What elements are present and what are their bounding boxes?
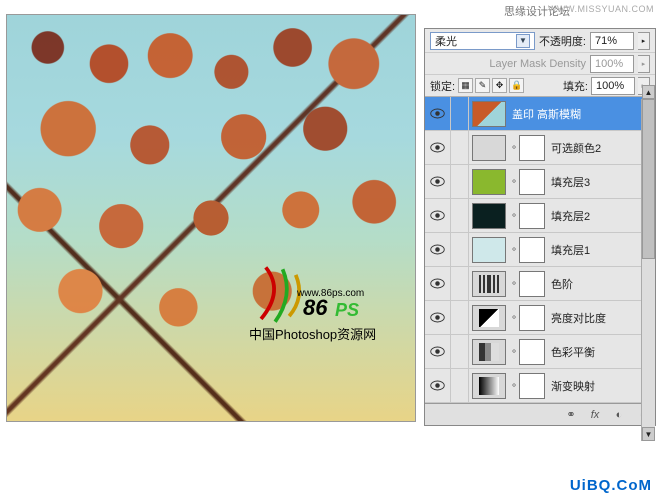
layer-name[interactable]: 填充层2 xyxy=(551,208,590,224)
watermark-brand-ps: PS xyxy=(335,300,359,321)
blend-mode-select[interactable]: 柔光 ▼ xyxy=(430,32,535,50)
lock-label: 锁定: xyxy=(430,78,455,94)
link-icon: ⚬ xyxy=(509,278,519,289)
visibility-toggle[interactable] xyxy=(425,131,451,164)
layer-row[interactable]: ⚬ 色彩平衡 xyxy=(425,335,655,369)
link-icon: ⚬ xyxy=(509,244,519,255)
mask-density-label: Layer Mask Density xyxy=(489,58,586,70)
layer-row[interactable]: 盖印 高斯模糊 xyxy=(425,97,655,131)
layer-thumbnail[interactable] xyxy=(472,169,506,195)
link-icon: ⚬ xyxy=(509,380,519,391)
layer-name[interactable]: 亮度对比度 xyxy=(551,310,606,326)
scrollbar-thumb[interactable] xyxy=(642,99,655,259)
layer-name[interactable]: 可选颜色2 xyxy=(551,140,601,156)
header-site-url: WWW.MISSYUAN.COM xyxy=(548,4,654,14)
layer-thumbnail[interactable] xyxy=(472,237,506,263)
layers-panel: 柔光 ▼ 不透明度: 71% ▸ Layer Mask Density 100%… xyxy=(424,28,656,426)
mask-density-stepper: ▸ xyxy=(638,55,650,73)
layer-name[interactable]: 渐变映射 xyxy=(551,378,595,394)
layer-mask-thumb[interactable] xyxy=(519,271,545,297)
layer-fx-icon[interactable]: fx xyxy=(587,407,603,423)
layer-thumbnail[interactable] xyxy=(472,373,506,399)
layer-row[interactable]: ⚬ 填充层3 xyxy=(425,165,655,199)
lock-all-icon[interactable]: 🔒 xyxy=(509,78,524,93)
lock-pixels-icon[interactable]: ✎ xyxy=(475,78,490,93)
layer-mask-icon[interactable]: ◐ xyxy=(611,407,627,423)
lock-transparency-icon[interactable]: ▦ xyxy=(458,78,473,93)
layer-mask-thumb[interactable] xyxy=(519,203,545,229)
layer-mask-thumb[interactable] xyxy=(519,237,545,263)
layer-thumbnail[interactable] xyxy=(472,339,506,365)
layer-spacer xyxy=(451,301,469,334)
layer-mask-thumb[interactable] xyxy=(519,305,545,331)
layer-row[interactable]: ⚬ 色阶 xyxy=(425,267,655,301)
layers-scrollbar[interactable]: ▲ ▼ xyxy=(641,99,655,441)
layer-row[interactable]: ⚬ 渐变映射 xyxy=(425,369,655,403)
layer-list: 盖印 高斯模糊 ⚬ 可选颜色2 ⚬ 填充层3 ⚬ 填充层2 ⚬ 填充层1 ⚬ 色阶 ⚬ 亮度对比度 ⚬ 色彩… xyxy=(425,97,655,403)
layer-thumbnail[interactable] xyxy=(472,101,506,127)
visibility-toggle[interactable] xyxy=(425,97,451,130)
chevron-down-icon: ▼ xyxy=(516,34,530,48)
layer-mask-thumb[interactable] xyxy=(519,373,545,399)
document-canvas[interactable]: www.86ps.com 86 PS 中国Photoshop资源网 xyxy=(6,14,416,422)
layer-spacer xyxy=(451,199,469,232)
layer-row[interactable]: ⚬ 可选颜色2 xyxy=(425,131,655,165)
layer-name[interactable]: 色阶 xyxy=(551,276,573,292)
link-icon: ⚬ xyxy=(509,142,519,153)
layer-spacer xyxy=(451,369,469,402)
fill-label: 填充: xyxy=(563,78,588,94)
layer-spacer xyxy=(451,233,469,266)
layers-panel-footer: ⚭ fx ◐ ◑ xyxy=(425,403,655,425)
layer-spacer xyxy=(451,335,469,368)
layer-mask-thumb[interactable] xyxy=(519,339,545,365)
link-icon: ⚬ xyxy=(509,210,519,221)
link-icon: ⚬ xyxy=(509,312,519,323)
visibility-toggle[interactable] xyxy=(425,369,451,402)
visibility-toggle[interactable] xyxy=(425,301,451,334)
layer-name[interactable]: 盖印 高斯模糊 xyxy=(512,106,581,122)
layer-spacer xyxy=(451,97,469,130)
link-icon: ⚬ xyxy=(509,346,519,357)
opacity-stepper[interactable]: ▸ xyxy=(638,32,650,50)
layer-mask-thumb[interactable] xyxy=(519,169,545,195)
layer-thumbnail[interactable] xyxy=(472,203,506,229)
layer-thumbnail[interactable] xyxy=(472,305,506,331)
visibility-toggle[interactable] xyxy=(425,199,451,232)
fill-input[interactable]: 100% xyxy=(591,77,635,95)
lock-position-icon[interactable]: ✥ xyxy=(492,78,507,93)
layer-row[interactable]: ⚬ 填充层1 xyxy=(425,233,655,267)
blend-mode-value: 柔光 xyxy=(435,33,457,49)
layer-spacer xyxy=(451,165,469,198)
watermark-cn: 中国Photoshop资源网 xyxy=(249,324,376,343)
layer-name[interactable]: 填充层1 xyxy=(551,242,590,258)
layer-thumbnail[interactable] xyxy=(472,135,506,161)
visibility-toggle[interactable] xyxy=(425,267,451,300)
scroll-up-icon[interactable]: ▲ xyxy=(642,85,655,99)
mask-density-input: 100% xyxy=(590,55,634,73)
link-layers-icon[interactable]: ⚭ xyxy=(563,407,579,423)
layer-mask-thumb[interactable] xyxy=(519,135,545,161)
layer-spacer xyxy=(451,131,469,164)
footer-brand: UiBQ.CoM xyxy=(570,477,652,494)
layer-spacer xyxy=(451,267,469,300)
watermark-brand-num: 86 xyxy=(303,295,327,321)
visibility-toggle[interactable] xyxy=(425,335,451,368)
visibility-toggle[interactable] xyxy=(425,165,451,198)
opacity-label: 不透明度: xyxy=(539,33,586,49)
opacity-input[interactable]: 71% xyxy=(590,32,634,50)
layer-row[interactable]: ⚬ 填充层2 xyxy=(425,199,655,233)
canvas-image xyxy=(7,15,415,421)
layer-name[interactable]: 填充层3 xyxy=(551,174,590,190)
scroll-down-icon[interactable]: ▼ xyxy=(642,427,655,441)
layer-row[interactable]: ⚬ 亮度对比度 xyxy=(425,301,655,335)
visibility-toggle[interactable] xyxy=(425,233,451,266)
layer-name[interactable]: 色彩平衡 xyxy=(551,344,595,360)
layer-thumbnail[interactable] xyxy=(472,271,506,297)
link-icon: ⚬ xyxy=(509,176,519,187)
